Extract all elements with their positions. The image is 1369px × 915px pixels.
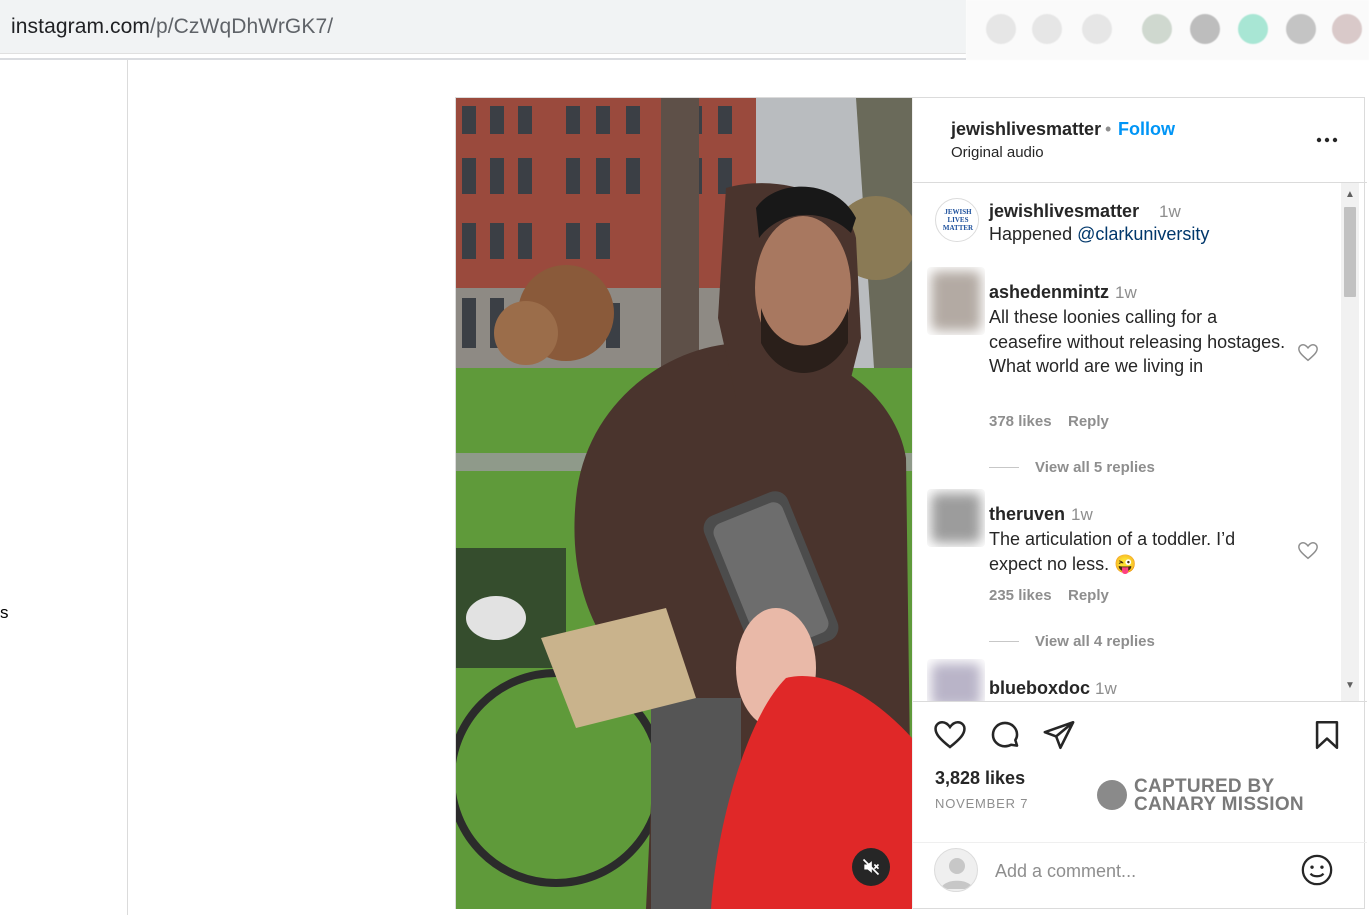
more-horizontal-icon[interactable] [1315,130,1339,150]
comment-username-3[interactable]: blueboxdoc [989,678,1090,699]
save-bookmark-icon[interactable] [1310,718,1344,752]
comment-text-1: All these loonies calling for a ceasefir… [989,307,1286,376]
post-side-panel: jewishlivesmatter • Follow Original audi… [912,98,1367,909]
likes-count[interactable]: 3,828 likes [935,768,1025,789]
current-user-avatar[interactable] [934,848,978,892]
url-path: /p/CzWqDhWrGK7/ [150,15,334,38]
follow-button[interactable]: Follow [1118,119,1175,140]
like-heart-icon[interactable] [933,718,967,752]
url-text[interactable]: instagram.com/p/CzWqDhWrGK7/ [11,15,333,39]
post-header: jewishlivesmatter • Follow Original audi… [913,98,1367,183]
comment-time-3[interactable]: 1w [1095,679,1117,699]
scroll-down-arrow-icon[interactable]: ▼ [1345,680,1355,691]
mute-toggle-button[interactable] [852,848,890,886]
post-modal: jewishlivesmatter • Follow Original audi… [455,97,1367,909]
comment-username-1[interactable]: ashedenmintz [989,282,1109,303]
blurred-avatar [931,271,981,331]
caption-time[interactable]: 1w [1159,202,1181,222]
view-replies-button-2[interactable]: View all 4 replies [1035,633,1155,650]
extension-icon[interactable] [1286,14,1316,44]
profile-icon[interactable] [1332,14,1362,44]
post-actions: 3,828 likes NOVEMBER 7 CAPTURED BY CANAR… [913,701,1367,909]
comment-avatar-1[interactable] [927,267,985,335]
caption-mention-link[interactable]: @clarkuniversity [1077,224,1209,244]
share-paper-plane-icon[interactable] [1042,718,1076,752]
add-comment-input[interactable] [995,857,1285,885]
toolbar-divider [0,58,966,60]
comments-list[interactable]: JEWISH LIVES MATTER jewishlivesmatter 1w… [913,183,1367,701]
comment-avatar-3[interactable] [927,659,985,701]
post-video[interactable] [456,98,912,909]
caption-body: Happened [989,224,1078,244]
extension-icon[interactable] [1032,14,1062,44]
post-author-username[interactable]: jewishlivesmatter [951,119,1101,140]
caption-text: Happened @clarkuniversity [989,222,1329,247]
extensions-tray [966,0,1369,60]
comment-reply-button-1[interactable]: Reply [1068,413,1109,430]
caption-username[interactable]: jewishlivesmatter [989,201,1139,222]
extension-icon[interactable] [1142,14,1172,44]
comment-likes-1[interactable]: 378 likes [989,413,1052,430]
extension-icon[interactable] [1082,14,1112,44]
comment-avatar-2[interactable] [927,489,985,547]
comment-like-heart-icon[interactable] [1297,540,1319,562]
url-host: instagram.com [11,15,151,38]
view-replies-button-1[interactable]: View all 5 replies [1035,459,1155,476]
extension-icon[interactable] [1238,14,1268,44]
comment-like-heart-icon[interactable] [1297,342,1319,364]
audio-label[interactable]: Original audio [951,144,1044,161]
comment-time-2[interactable]: 1w [1071,505,1093,525]
jewish-lives-matter-logo: JEWISH LIVES MATTER [937,200,978,241]
default-user-icon [941,858,973,889]
canary-logo-icon [1097,780,1127,810]
extension-icon[interactable] [1190,14,1220,44]
blurred-avatar [931,663,981,701]
svg-text:JEWISH: JEWISH [944,208,972,216]
scroll-up-arrow-icon[interactable]: ▲ [1345,189,1355,200]
comment-time-1[interactable]: 1w [1115,283,1137,303]
comment-text-2: The articulation of a toddler. I’d expec… [989,529,1236,574]
video-frame-illustration [456,98,912,909]
comment-username-2[interactable]: theruven [989,504,1065,525]
comment-bubble-icon[interactable] [988,718,1022,752]
watermark-text: CAPTURED BY CANARY MISSION [1134,777,1304,815]
canary-mission-watermark: CAPTURED BY CANARY MISSION [1097,777,1317,818]
replies-divider [989,467,1019,468]
left-navigation-pane: s [0,60,128,915]
header-separator: • [1105,119,1112,139]
blurred-avatar [931,493,981,543]
comments-scrollbar[interactable]: ▲ ▼ [1341,183,1359,701]
watermark-line-2: CANARY MISSION [1134,794,1304,815]
emoji-picker-icon[interactable] [1300,853,1334,887]
add-comment-bar [913,842,1367,910]
speaker-muted-icon [862,858,880,876]
address-bar[interactable]: instagram.com/p/CzWqDhWrGK7/ [0,0,966,54]
scrollbar-thumb[interactable] [1344,207,1356,297]
replies-divider [989,641,1019,642]
caption-author-avatar[interactable]: JEWISH LIVES MATTER [935,198,979,242]
truncated-nav-label[interactable]: s [0,603,9,623]
extension-icon[interactable] [986,14,1016,44]
comment-likes-2[interactable]: 235 likes [989,587,1052,604]
svg-text:LIVES: LIVES [947,216,968,224]
comment-reply-button-2[interactable]: Reply [1068,587,1109,604]
post-date[interactable]: NOVEMBER 7 [935,796,1028,811]
svg-text:MATTER: MATTER [943,224,974,232]
